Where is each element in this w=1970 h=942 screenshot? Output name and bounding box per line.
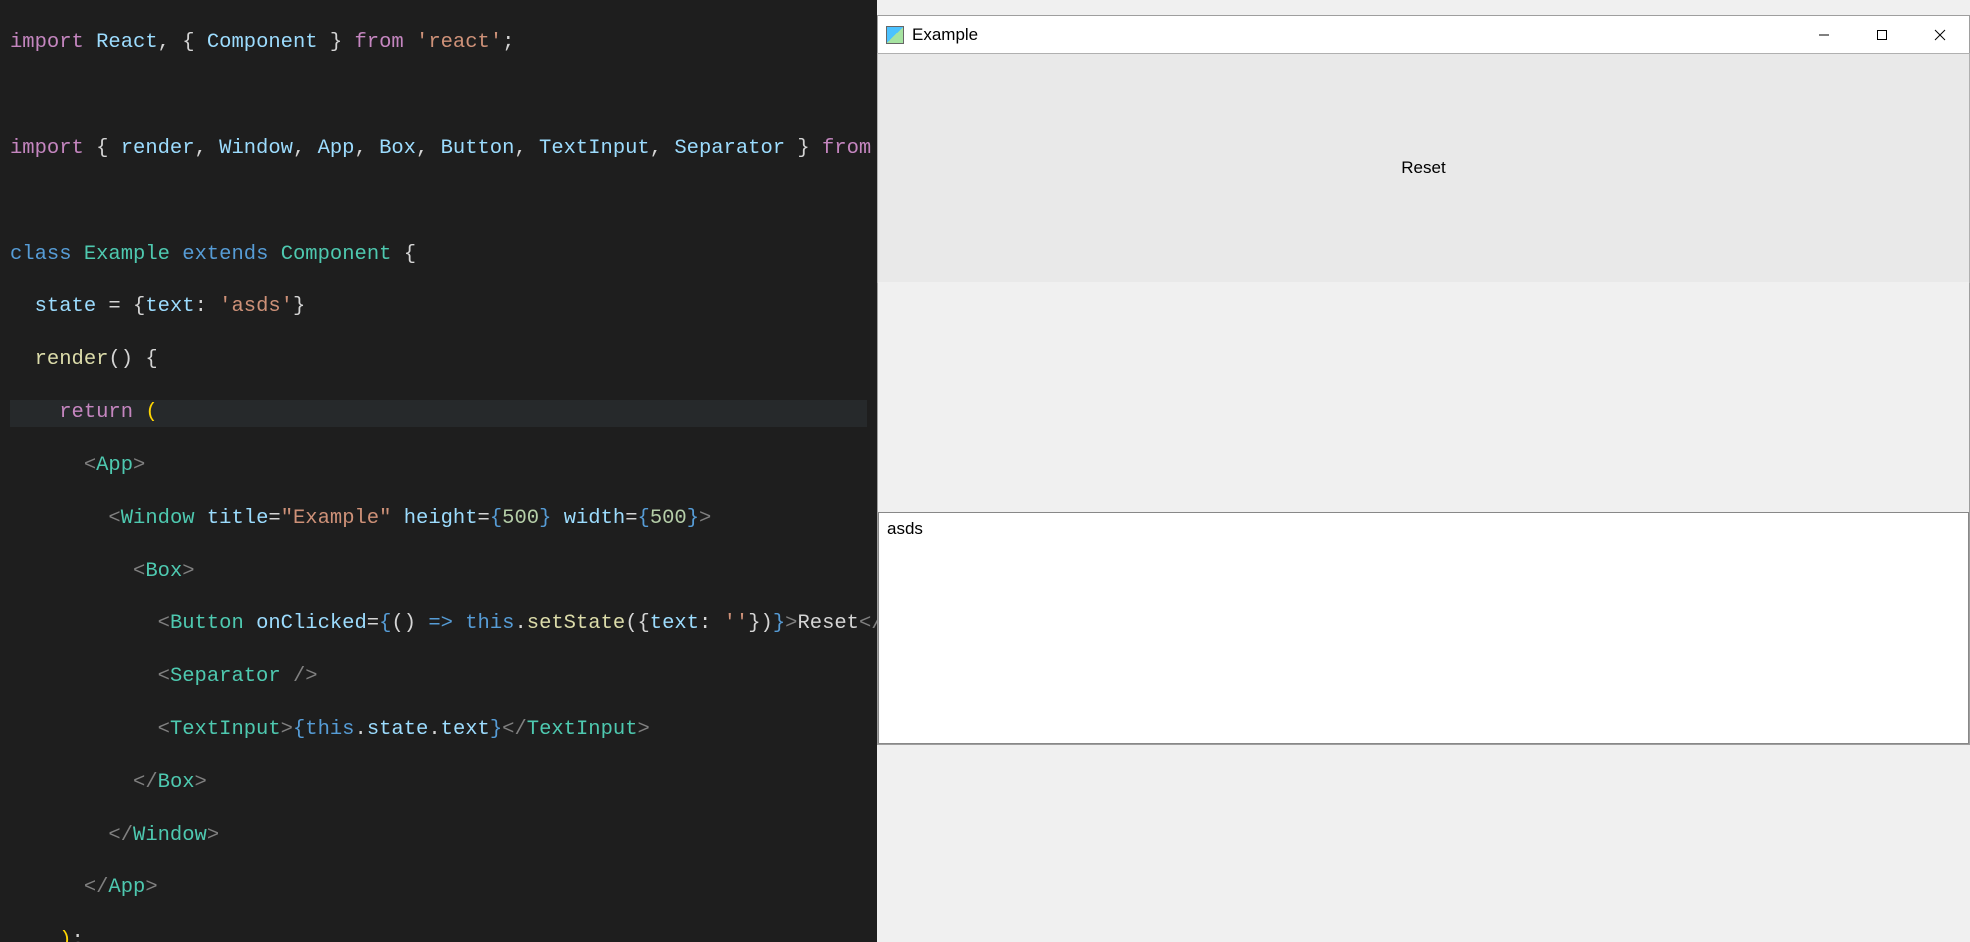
- code-line: <Separator />: [10, 664, 867, 690]
- code-line: render() {: [10, 347, 867, 373]
- code-line: <App>: [10, 453, 867, 479]
- code-editor[interactable]: import React, { Component } from 'react'…: [0, 0, 877, 942]
- code-line: [10, 189, 867, 215]
- text-input[interactable]: [878, 512, 1969, 744]
- app-icon: [886, 26, 904, 44]
- reset-button[interactable]: Reset: [877, 53, 1970, 283]
- example-window: Example Reset: [877, 15, 1970, 745]
- code-line: <Window title="Example" height={500} wid…: [10, 506, 867, 532]
- code-line: );: [10, 928, 867, 942]
- code-line: </App>: [10, 875, 867, 901]
- window-client: Reset: [878, 54, 1969, 744]
- separator: [878, 282, 1969, 512]
- desktop-area: Example Reset: [877, 0, 1970, 942]
- close-icon: [1934, 29, 1946, 41]
- code-line-current: return (: [10, 400, 867, 426]
- window-title: Example: [912, 25, 978, 45]
- code-line: import { render, Window, App, Box, Butto…: [10, 136, 867, 162]
- code-line: import React, { Component } from 'react'…: [10, 30, 867, 56]
- code-line: <Box>: [10, 559, 867, 585]
- code-line: </Window>: [10, 823, 867, 849]
- code-line: <TextInput>{this.state.text}</TextInput>: [10, 717, 867, 743]
- titlebar[interactable]: Example: [878, 16, 1969, 54]
- maximize-icon: [1876, 29, 1888, 41]
- code-block: import React, { Component } from 'react'…: [0, 0, 877, 942]
- minimize-button[interactable]: [1795, 16, 1853, 54]
- minimize-icon: [1818, 29, 1830, 41]
- code-line: <Button onClicked={() => this.setState({…: [10, 611, 867, 637]
- code-line: [10, 83, 867, 109]
- maximize-button[interactable]: [1853, 16, 1911, 54]
- close-button[interactable]: [1911, 16, 1969, 54]
- code-line: state = {text: 'asds'}: [10, 294, 867, 320]
- code-line: </Box>: [10, 770, 867, 796]
- code-line: class Example extends Component {: [10, 242, 867, 268]
